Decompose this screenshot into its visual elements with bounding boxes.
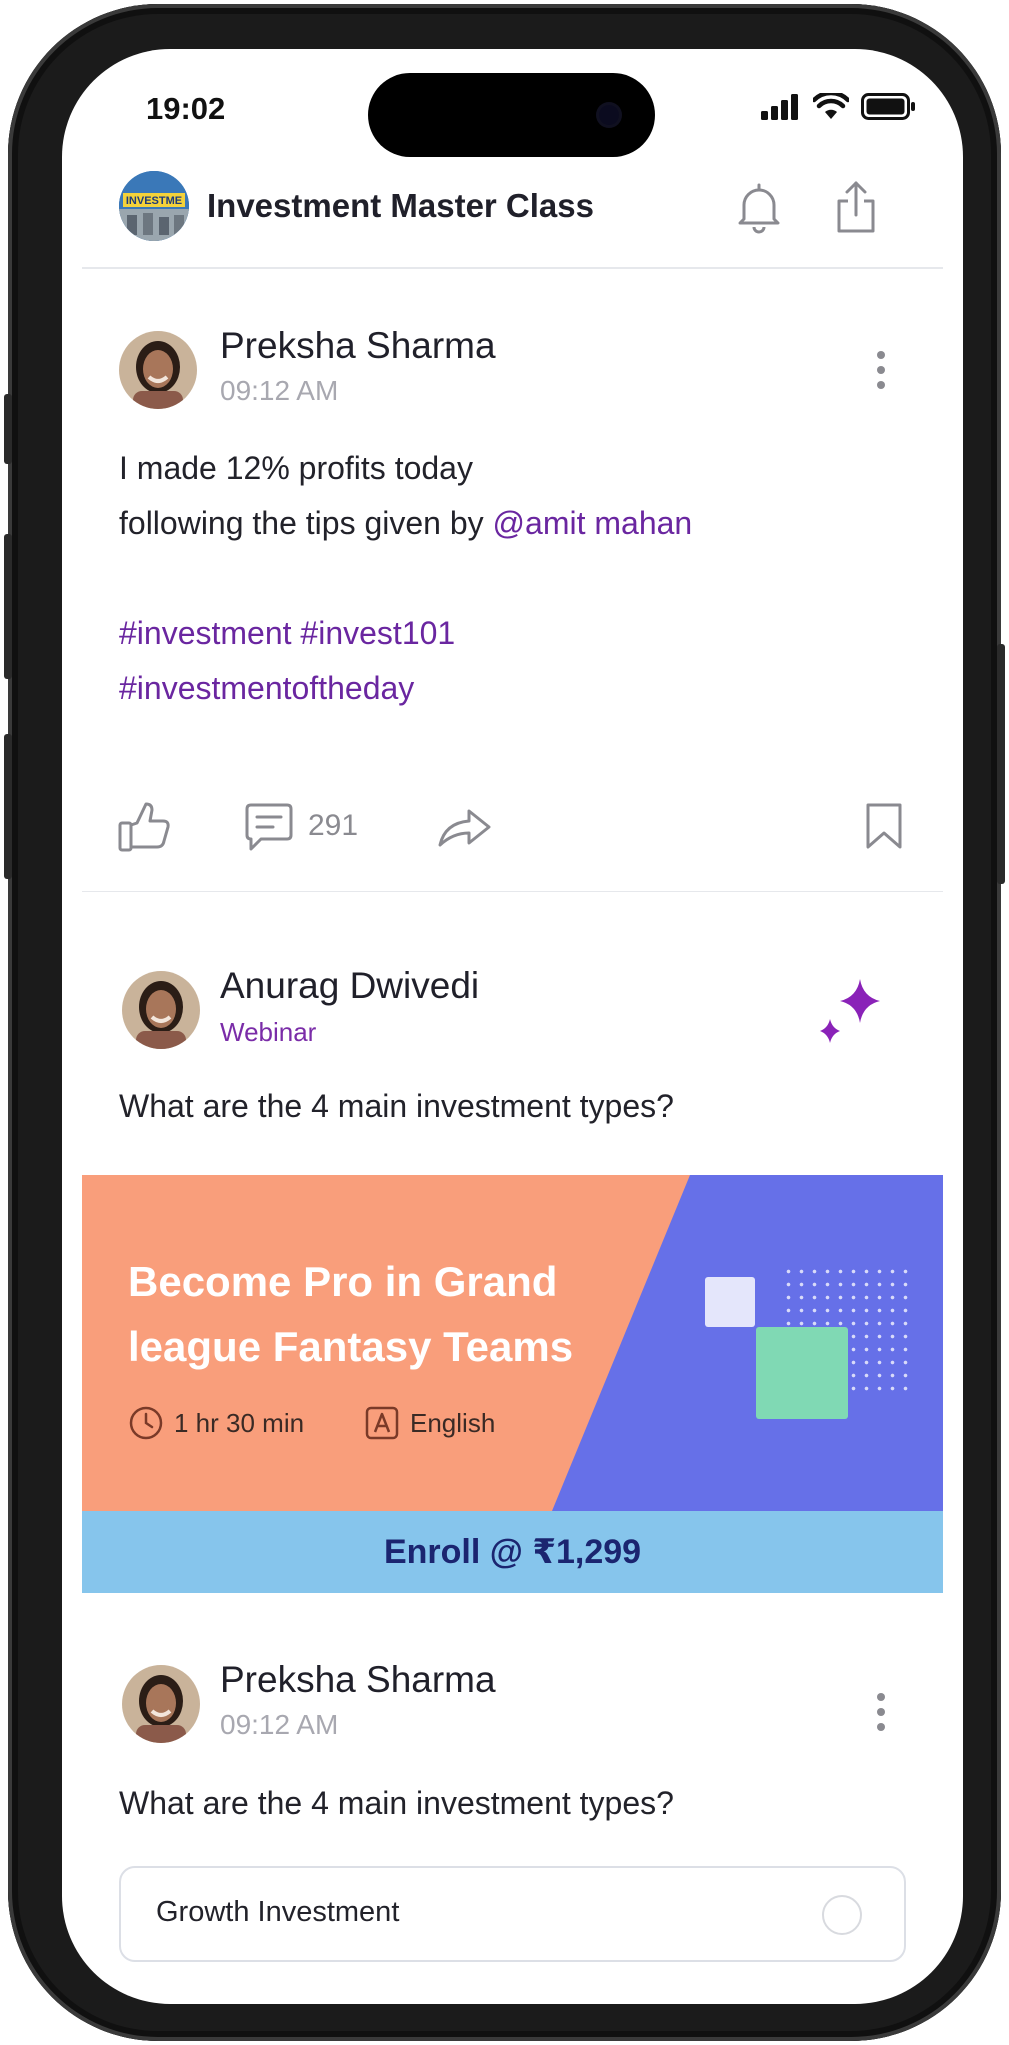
author-name[interactable]: Preksha Sharma bbox=[220, 1659, 496, 1701]
author-avatar-image bbox=[122, 971, 200, 1049]
language-text: English bbox=[410, 1407, 496, 1438]
comment-icon[interactable] bbox=[243, 801, 295, 853]
author-name[interactable]: Anurag Dwivedi bbox=[220, 965, 479, 1007]
language-icon bbox=[365, 1406, 399, 1440]
hashtag-line[interactable]: #investment #invest101 bbox=[119, 606, 899, 661]
status-time: 19:02 bbox=[146, 91, 226, 126]
like-icon[interactable] bbox=[117, 801, 173, 853]
webinar-language: English bbox=[364, 1405, 495, 1441]
forward-share-icon[interactable] bbox=[437, 807, 493, 849]
author-avatar[interactable] bbox=[119, 331, 197, 409]
community-title: Investment Master Class bbox=[207, 187, 594, 224]
bookmark-icon[interactable] bbox=[863, 801, 905, 851]
community-avatar[interactable]: INVESTME bbox=[119, 171, 189, 241]
webinar-title: Become Pro in Grand league Fantasy Teams bbox=[128, 1258, 574, 1370]
clock-icon bbox=[129, 1406, 163, 1440]
post-type-tag: Webinar bbox=[220, 1017, 317, 1047]
bell-icon[interactable] bbox=[734, 179, 784, 235]
community-avatar-text: INVESTME bbox=[126, 195, 182, 207]
post-text-line: I made 12% profits today bbox=[119, 450, 473, 486]
post-text-line: following the tips given by @amit mahan bbox=[119, 496, 899, 551]
share-icon[interactable] bbox=[831, 179, 881, 235]
community-header: INVESTME Investment Master Class bbox=[62, 161, 963, 261]
comment-count[interactable]: 291 bbox=[308, 809, 358, 843]
poll-option[interactable]: Growth Investment bbox=[119, 1866, 906, 1962]
front-camera bbox=[599, 105, 619, 125]
volume-up-button bbox=[4, 534, 12, 679]
post-question: What are the 4 main investment types? bbox=[119, 1088, 674, 1124]
author-avatar-image bbox=[122, 1665, 200, 1743]
cellular-signal-icon bbox=[761, 93, 798, 120]
webinar-duration: 1 hr 30 min bbox=[128, 1405, 304, 1441]
post-text-segment: following the tips given by bbox=[119, 505, 493, 541]
duration-text: 1 hr 30 min bbox=[174, 1407, 305, 1438]
volume-down-button bbox=[4, 734, 12, 879]
webinar-banner[interactable]: Become Pro in Grand league Fantasy Teams… bbox=[82, 1175, 943, 1511]
dynamic-island bbox=[368, 73, 655, 157]
poll-option-radio[interactable] bbox=[822, 1895, 862, 1935]
post-timestamp: 09:12 AM bbox=[220, 1709, 339, 1740]
poll-question: What are the 4 main investment types? bbox=[119, 1785, 674, 1821]
more-options-icon[interactable] bbox=[874, 1693, 888, 1735]
author-name[interactable]: Preksha Sharma bbox=[220, 325, 496, 367]
hashtag-line[interactable]: #investmentoftheday bbox=[119, 661, 899, 716]
power-button bbox=[997, 644, 1005, 884]
author-avatar-image bbox=[119, 331, 197, 409]
phone-frame: 19:02 INVESTME Investment Master Class P… bbox=[4, 4, 1005, 2041]
mute-switch bbox=[4, 394, 12, 464]
enroll-button[interactable]: Enroll @ ₹1,299 bbox=[82, 1511, 943, 1593]
banner-square-small bbox=[705, 1277, 755, 1327]
mention-link[interactable]: @amit mahan bbox=[493, 505, 693, 541]
sparkle-icon bbox=[820, 979, 880, 1043]
author-avatar[interactable] bbox=[122, 1665, 200, 1743]
battery-icon bbox=[861, 93, 915, 120]
author-avatar[interactable] bbox=[122, 971, 200, 1049]
poll-option-label: Growth Investment bbox=[156, 1896, 400, 1928]
post-divider bbox=[82, 891, 943, 892]
status-icons bbox=[761, 93, 917, 120]
post-timestamp: 09:12 AM bbox=[220, 375, 339, 406]
header-divider bbox=[82, 267, 943, 269]
banner-square-large bbox=[756, 1327, 848, 1419]
wifi-icon bbox=[813, 93, 849, 119]
app-screen: 19:02 INVESTME Investment Master Class P… bbox=[62, 49, 963, 2004]
more-options-icon[interactable] bbox=[874, 351, 888, 393]
post-text: I made 12% profits today following the t… bbox=[119, 441, 899, 716]
community-avatar-image: INVESTME bbox=[119, 171, 189, 241]
